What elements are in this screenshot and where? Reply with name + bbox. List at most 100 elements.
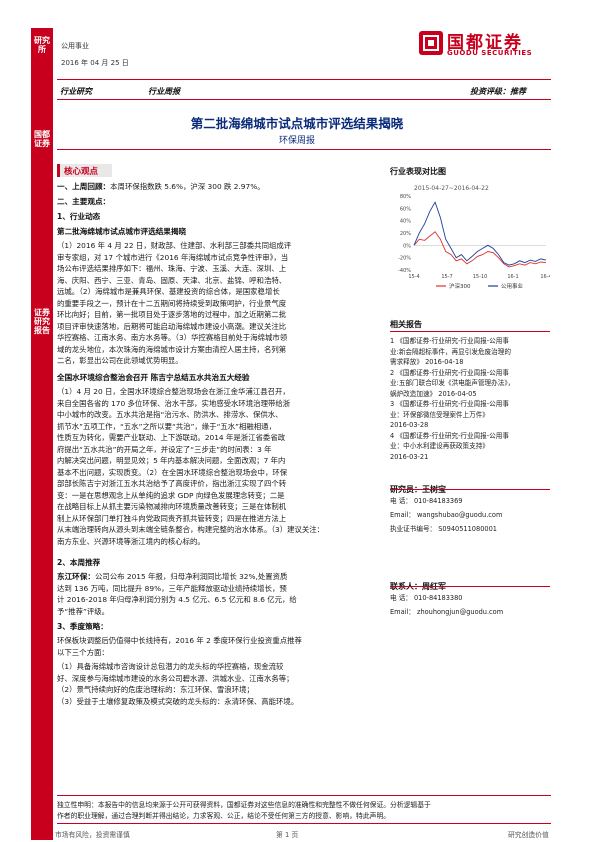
contact-rule <box>390 586 550 587</box>
chart-heading: 行业表现对比图 <box>390 167 446 176</box>
industry-dynamics-heading: 1、行业动态 <box>57 212 101 221</box>
independence-disclaimer: 独立性申明：本报告中的信息均来源于公开可获得资料，国都证券对这些信息的准确性和完… <box>57 800 552 822</box>
p2-line: （1）4 月 20 日，全国水环境综合整治现场会在浙江金华浦江县召开， <box>57 387 290 396</box>
p2-line: 府提出“五水共治”的开局之年，并设定了“三步走”的时间表：3 年 <box>57 444 272 454</box>
chart-x-tick-label: 16-1 <box>507 274 518 280</box>
quarter-strategy-heading: 3、季度策略： <box>57 622 108 631</box>
report-date: 2016 年 04 月 25 日 <box>61 59 129 67</box>
chart-y-tick-label: 60% <box>400 206 411 212</box>
p2-line: 制上从环保部门单打独斗向党政同责齐抓共管转变；四是在推进方法上 <box>57 513 287 523</box>
analyst-rule <box>390 489 550 490</box>
p1-line: 审专家组，对 17 个城市进行《2016 年海绵城市试点竞争性评审》，当 <box>57 252 289 262</box>
p2-line: 抓节水”五项工作，“五水”之所以要“共治”，缘于“五水”相融相通， <box>57 421 276 431</box>
chart-y-tick-label: -20% <box>398 256 411 262</box>
p1-line: 域的龙头地位，本次珠海的海绵城市设计方案由清控人居主持，名列第 <box>57 344 287 354</box>
disclaimer-line: 独立性申明：本报告中的信息均来源于公开可获得资料，国都证券对这些信息的准确性和完… <box>57 801 431 809</box>
header-divider <box>57 79 551 80</box>
chart-y-tick-label: 80% <box>400 194 411 200</box>
related-line: 业：中小水利建设再获政策支持》 <box>390 442 489 450</box>
chart-y-tick-label: 0% <box>403 243 411 249</box>
analyst-email[interactable]: Email： wangshubao@guodu.com <box>390 508 555 522</box>
contact-phone: 电 话： 010-84183380 <box>390 594 463 602</box>
related-line: 2016-03-28 <box>390 421 429 429</box>
p1-line: 的重要手段之一，预计在十二五期间将持续受到政策呵护，行业景气度 <box>57 298 287 308</box>
sponge-city-heading: 第二批海绵城市试点城市评选结果揭晓 <box>57 227 187 236</box>
chart-legend-label: 沪深300 <box>449 282 471 290</box>
p1-line: 场公布评选结果排序如下：福州、珠海、宁波、玉溪、大连、深圳、上 <box>57 264 287 273</box>
related-line: 2 《国都证券-行业研究-行业周报-公用事 <box>390 368 509 377</box>
p1-line: 二名，彰显出公司在此领域优势明显。 <box>57 356 183 365</box>
related-reports-list: 1 《国都证券-行业研究-行业周报-公用事 业:新会隔超标事件，再显引发危废治理… <box>390 336 555 462</box>
footer-risk-note: 市场有风险，投资需谨慎 <box>55 831 130 839</box>
p1-line: （1）2016 年 4 月 22 日，财政部、住建部、水利部三部委共同组成评 <box>57 241 292 250</box>
footer-rule <box>57 823 551 824</box>
p2-line: 部部长陈吉宁对浙江五水共治给予了高度评价，指出浙江实现了四个转 <box>57 479 287 488</box>
analyst-phone: 电 话： 010-84183369 <box>390 497 463 505</box>
industry-performance-chart: 2015-04-27~2016-04-22 80% 60% 40% 20% 0% -20%… <box>390 178 550 296</box>
p3-line: 计 2016-2018 年归母净利润分别为 4.5 亿元、6.5 亿元和 8.6… <box>57 595 297 604</box>
p2-line: 从末端治理转向从源头到末端全链条整合，构建完整的治水体系。（3）建议关注： <box>57 525 325 534</box>
related-line: 4 《国都证券-行业研究-行业周报-公用事 <box>390 431 509 440</box>
p4-item: （2）景气持续向好的危废治理标的：东江环保、雪浪环境； <box>57 685 254 694</box>
tag-industry-research: 行业研究 <box>60 87 92 96</box>
key-points-label: 核心观点 <box>64 167 99 177</box>
footer-slogan: 研究创造价值 <box>508 831 549 839</box>
p2-line: 中小城市的改变。五水共治是指“治污水、防洪水、排涝水、保供水、 <box>57 410 283 419</box>
sidebar-mid-label: 国都证券 <box>34 130 50 148</box>
title-divider <box>57 149 551 150</box>
p4-line: 环保板块调整后仍值得中长线持有，2016 年 2 季度环保行业投资重点推荐 <box>57 636 302 645</box>
related-line: 3 《国都证券-行业研究-行业周报-公用事 <box>390 400 509 408</box>
recap-heading: 一、上周回顾： <box>57 182 111 191</box>
related-line: 蜗炉改造加速》 2016-04-05 <box>390 389 477 398</box>
related-line: 需求释放》 2016-04-18 <box>390 358 464 366</box>
p4-line: 以下三个方面： <box>57 647 109 657</box>
tag-divider <box>57 99 551 100</box>
p4-item: （1）具备海绵城市咨询设计总包潜力的龙头标的华控赛格，现金流较 <box>57 662 284 671</box>
p3-line: 达到 136 万吨，同比提升 89%，三年产能释放驱动业绩持续增长，预 <box>57 583 287 593</box>
related-rule <box>390 331 550 332</box>
logo-text-en: GUODU SECURITIES <box>447 49 533 57</box>
pick-company: 东江环保： <box>57 572 95 581</box>
paragraph-sponge-city: （1）2016 年 4 月 22 日，财政部、住建部、水利部三部委共同组成评 审… <box>57 240 382 367</box>
tag-weekly-report: 行业周报 <box>148 87 180 96</box>
sidebar-bottom-label: 证券研究报告 <box>34 308 50 335</box>
related-line: 2016-03-21 <box>390 452 429 461</box>
related-reports-heading: 相关报告 <box>390 320 422 329</box>
industry-label: 公用事业 <box>61 42 89 50</box>
p2-line: 来自全国各省的 170 多位环保、治水干部，实地感受水环境治理带给浙 <box>57 398 291 408</box>
contact-email[interactable]: Email： zhouhongjun@guodu.com <box>390 605 555 619</box>
chart-legend-label: 公用事业 <box>501 282 524 290</box>
water-conference-heading: 全国水环境综合整治会召开 陈吉宁总结五水共治五大经验 <box>57 373 250 382</box>
contact-details: 电 话： 010-84183380 Email： zhouhongjun@guo… <box>390 591 555 619</box>
p1-line: 海、庆阳、西宁、三亚、青岛、固原、天津、北京、盐锦、呼和浩特、 <box>57 275 287 285</box>
p1-line: 远城。（2）海绵城市是兼具环保、基建投资的综合体，是国家稳增长 <box>57 287 280 296</box>
p1-line: 环比向好；目前，第一批项目处于逐步落地的过程中，加之近期第二批 <box>57 310 287 319</box>
chart-y-tick-label: 40% <box>400 219 411 225</box>
paragraph-quarter-strategy: 环保板块调整后仍值得中长线持有，2016 年 2 季度环保行业投资重点推荐 以下… <box>57 635 382 707</box>
guodu-logo-icon <box>419 31 443 55</box>
p2-line: 在战略目标上从抓主要污染物减排向环境质量改善转变；三是在体制机 <box>57 502 287 511</box>
paragraph-water-conference: （1）4 月 20 日，全国水环境综合整治现场会在浙江金华浦江县召开， 来自全国… <box>57 386 382 547</box>
chart-x-tick-label: 15-4 <box>408 274 419 280</box>
chart-x-tick-label: 15-7 <box>441 274 452 280</box>
sidebar-top-label: 研究所 <box>34 36 50 54</box>
p1-line: 项目评审快速落地，后期将可能启动海绵城市建设小高潮。建议关注比 <box>57 321 287 331</box>
recap-text: 本周环保指数跌 5.6%，沪深 300 跌 2.97%。 <box>110 182 265 191</box>
report-subtitle: 环保周报 <box>278 136 315 146</box>
p4-item: 好、深度参与海绵城市建设的水务公司碧水源、洪城水业、江南水务等； <box>57 673 294 683</box>
p2-line: 变：一是在思想观念上从单纯的追求 GDP 向绿色发展理念转变；二是 <box>57 490 285 500</box>
p4-item: （3）受益于土壤修复政策及模式突破的龙头标的：永清环保、高能环境。 <box>57 696 299 706</box>
chart-x-tick-label: 15-10 <box>473 274 488 280</box>
p2-line: 内解决突出问题，明显见效；5 年内基本解决问题，全面改观；7 年内 <box>57 456 286 465</box>
related-line: 业:新会隔超标事件，再显引发危废治理的 <box>390 347 511 356</box>
related-line: 业:五部门联合印发《洪电能声管理办法》， <box>390 379 515 387</box>
left-vertical-bar: 研究所 国都证券 证券研究报告 <box>31 28 53 840</box>
chart-title: 2015-04-27~2016-04-22 <box>414 185 489 192</box>
chart-y-tick-label: 20% <box>400 231 411 237</box>
analyst-cert: 执业证书编号： S0940511080001 <box>390 525 497 533</box>
tag-rating: 投资评级：推荐 <box>470 87 526 96</box>
weekly-pick-heading: 2、本周推荐 <box>57 558 101 567</box>
analyst-contact: 电 话： 010-84183369 Email： wangshubao@guod… <box>390 494 555 536</box>
main-points-heading: 二、主要观点： <box>57 197 111 206</box>
p2-line: 南方东业、兴源环境等浙江境内的核心标的。 <box>57 536 205 546</box>
